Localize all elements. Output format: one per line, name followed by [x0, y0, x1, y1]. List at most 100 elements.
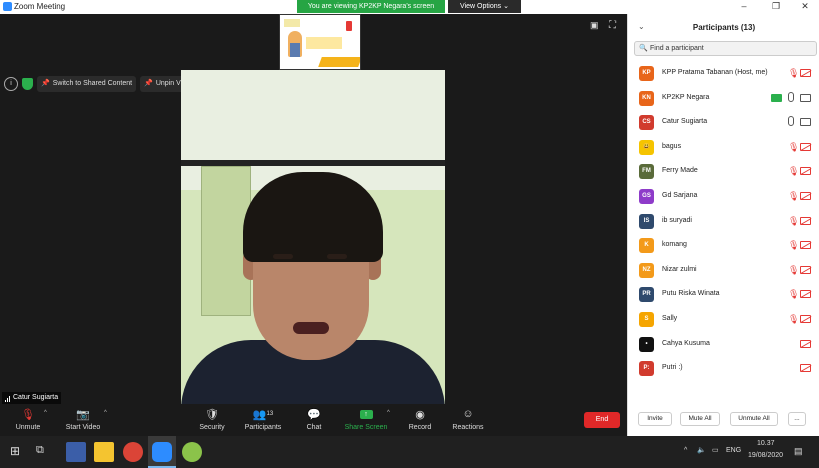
- share-screen-icon: ↑: [344, 406, 388, 422]
- participant-avatar: •: [639, 336, 654, 352]
- maximize-button[interactable]: ❐: [764, 0, 788, 14]
- participant-avatar: 😃: [639, 139, 654, 155]
- video-off-icon: [800, 167, 811, 176]
- participant-name: komang: [662, 241, 687, 249]
- video-off-icon: [800, 364, 811, 373]
- record-button[interactable]: ◉ Record: [406, 406, 434, 432]
- clock-time[interactable]: 10.37: [757, 440, 775, 447]
- unmute-button[interactable]: 🎙 Unmute: [12, 406, 44, 432]
- mic-icon: [788, 116, 794, 127]
- chat-button[interactable]: 💬 Chat: [302, 406, 326, 432]
- speaker-name: Catur Sugiarta: [13, 394, 59, 401]
- zoom-logo-icon: [3, 2, 12, 11]
- view-options-button[interactable]: View Options ⌄: [448, 0, 521, 13]
- record-icon: ◉: [415, 408, 425, 421]
- notifications-icon[interactable]: ▤: [794, 446, 803, 457]
- participant-row[interactable]: CS Catur Sugiarta: [628, 111, 819, 136]
- clock-date[interactable]: 19/08/2020: [748, 452, 783, 459]
- mic-muted-icon: 🎙: [788, 215, 800, 226]
- chrome-icon[interactable]: [123, 442, 143, 462]
- participants-button[interactable]: 👥 13 Participants: [242, 406, 284, 432]
- encryption-shield-icon[interactable]: [22, 78, 33, 90]
- participant-name: Cahya Kusuma: [662, 339, 710, 347]
- participant-name: ib suryadi: [662, 216, 692, 224]
- participant-row[interactable]: P: Putri :): [628, 357, 819, 382]
- volume-icon[interactable]: 🔈: [697, 446, 706, 454]
- network-app-icon[interactable]: [66, 442, 86, 462]
- meeting-toolbar: 🎙 Unmute ^ 📷 Start Video ^ 🛡 Security 👥 1…: [0, 404, 627, 436]
- slide-stripe: [318, 57, 360, 67]
- participant-row[interactable]: IS ib suryadi 🎙: [628, 210, 819, 235]
- mic-muted-icon: 🎙: [21, 408, 35, 421]
- share-screen-label: Share Screen: [344, 424, 388, 431]
- unmute-all-button[interactable]: Unmute All: [730, 412, 778, 426]
- participant-row[interactable]: PR Putu Riska Winata 🎙: [628, 283, 819, 308]
- task-view-icon[interactable]: ⧉: [36, 444, 44, 457]
- pin-icon: 📌: [41, 80, 50, 87]
- chat-icon: 💬: [307, 408, 321, 421]
- participants-label: Participants: [244, 424, 282, 431]
- share-screen-button[interactable]: ↑ Share Screen: [344, 406, 388, 431]
- language-indicator[interactable]: ENG: [726, 447, 741, 454]
- participant-row[interactable]: • Cahya Kusuma: [628, 333, 819, 358]
- tray-chevron-icon[interactable]: ^: [684, 447, 687, 454]
- minimize-button[interactable]: –: [732, 0, 756, 14]
- zoom-taskbar-icon[interactable]: [152, 442, 172, 462]
- participant-list: KP KPP Pratama Tabanan (Host, me) 🎙 KN KP2KP…: [628, 62, 819, 382]
- participant-name: Nizar zulmi: [662, 265, 697, 273]
- signal-strength-icon: [5, 395, 10, 402]
- participant-name: bagus: [662, 142, 682, 150]
- mic-muted-icon: 🎙: [788, 68, 800, 78]
- close-button[interactable]: ✕: [793, 0, 817, 14]
- panel-title: Participants (13): [692, 23, 756, 32]
- unmute-label: Unmute: [15, 424, 41, 431]
- screen-sharing-icon: [771, 93, 782, 102]
- video-person-eye: [327, 254, 347, 259]
- participant-name: KP2KP Negara: [662, 93, 710, 101]
- participant-row[interactable]: 😃 bagus 🎙: [628, 136, 819, 161]
- windows-start-icon[interactable]: ⊞: [10, 444, 20, 458]
- video-options-caret[interactable]: ^: [104, 410, 107, 416]
- share-options-caret[interactable]: ^: [387, 410, 390, 416]
- panel-header: ⌄ Participants (13): [628, 14, 819, 40]
- fullscreen-icon[interactable]: ⛶: [609, 20, 616, 31]
- start-video-button[interactable]: 📷 Start Video: [62, 406, 104, 432]
- participant-row[interactable]: GS Gd Sarjana 🎙: [628, 185, 819, 210]
- more-options-button[interactable]: ...: [788, 412, 806, 426]
- participant-row[interactable]: NZ Nizar zulmi 🎙: [628, 259, 819, 284]
- participant-row[interactable]: S Sally 🎙: [628, 308, 819, 333]
- mic-muted-icon: 🎙: [788, 264, 800, 275]
- pin-icon: 📌: [144, 80, 153, 87]
- invite-button[interactable]: Invite: [638, 412, 672, 426]
- file-explorer-icon[interactable]: [94, 442, 114, 462]
- panel-footer: Invite Mute All Unmute All ...: [628, 410, 819, 436]
- participant-row[interactable]: FM Ferry Made 🎙: [628, 160, 819, 185]
- participant-row[interactable]: KN KP2KP Negara: [628, 87, 819, 112]
- video-person-mouth: [293, 322, 329, 334]
- participant-name: Gd Sarjana: [662, 191, 698, 199]
- shared-screen-thumbnail[interactable]: [279, 14, 361, 70]
- participant-avatar: P:: [639, 361, 654, 377]
- security-button[interactable]: 🛡 Security: [196, 406, 228, 432]
- gallery-view-icon[interactable]: ▣: [590, 20, 599, 31]
- shield-icon: 🛡: [205, 408, 219, 421]
- find-participant-input[interactable]: 🔍 Find a participant: [634, 41, 817, 56]
- participants-icon: 👥 13: [252, 408, 274, 421]
- participant-row[interactable]: Kkomang 🎙: [628, 234, 819, 259]
- end-meeting-button[interactable]: End: [584, 412, 620, 428]
- video-off-icon: [800, 216, 811, 225]
- participant-avatar: PR: [639, 287, 654, 303]
- info-icon[interactable]: i: [4, 77, 18, 91]
- mute-all-button[interactable]: Mute All: [680, 412, 720, 426]
- participant-row[interactable]: KP KPP Pratama Tabanan (Host, me) 🎙: [628, 62, 819, 87]
- pinned-video-tile[interactable]: [181, 70, 445, 406]
- network-icon[interactable]: ▭: [712, 446, 719, 454]
- video-off-icon: [800, 69, 811, 77]
- reactions-button[interactable]: ☺ Reactions: [450, 406, 486, 431]
- app-icon[interactable]: [182, 442, 202, 462]
- audio-options-caret[interactable]: ^: [44, 410, 47, 416]
- slide-logo: [284, 19, 300, 27]
- video-off-icon: [800, 191, 811, 200]
- participant-name: Putu Riska Winata: [662, 290, 720, 298]
- switch-to-shared-content-button[interactable]: 📌 Switch to Shared Content: [37, 76, 137, 92]
